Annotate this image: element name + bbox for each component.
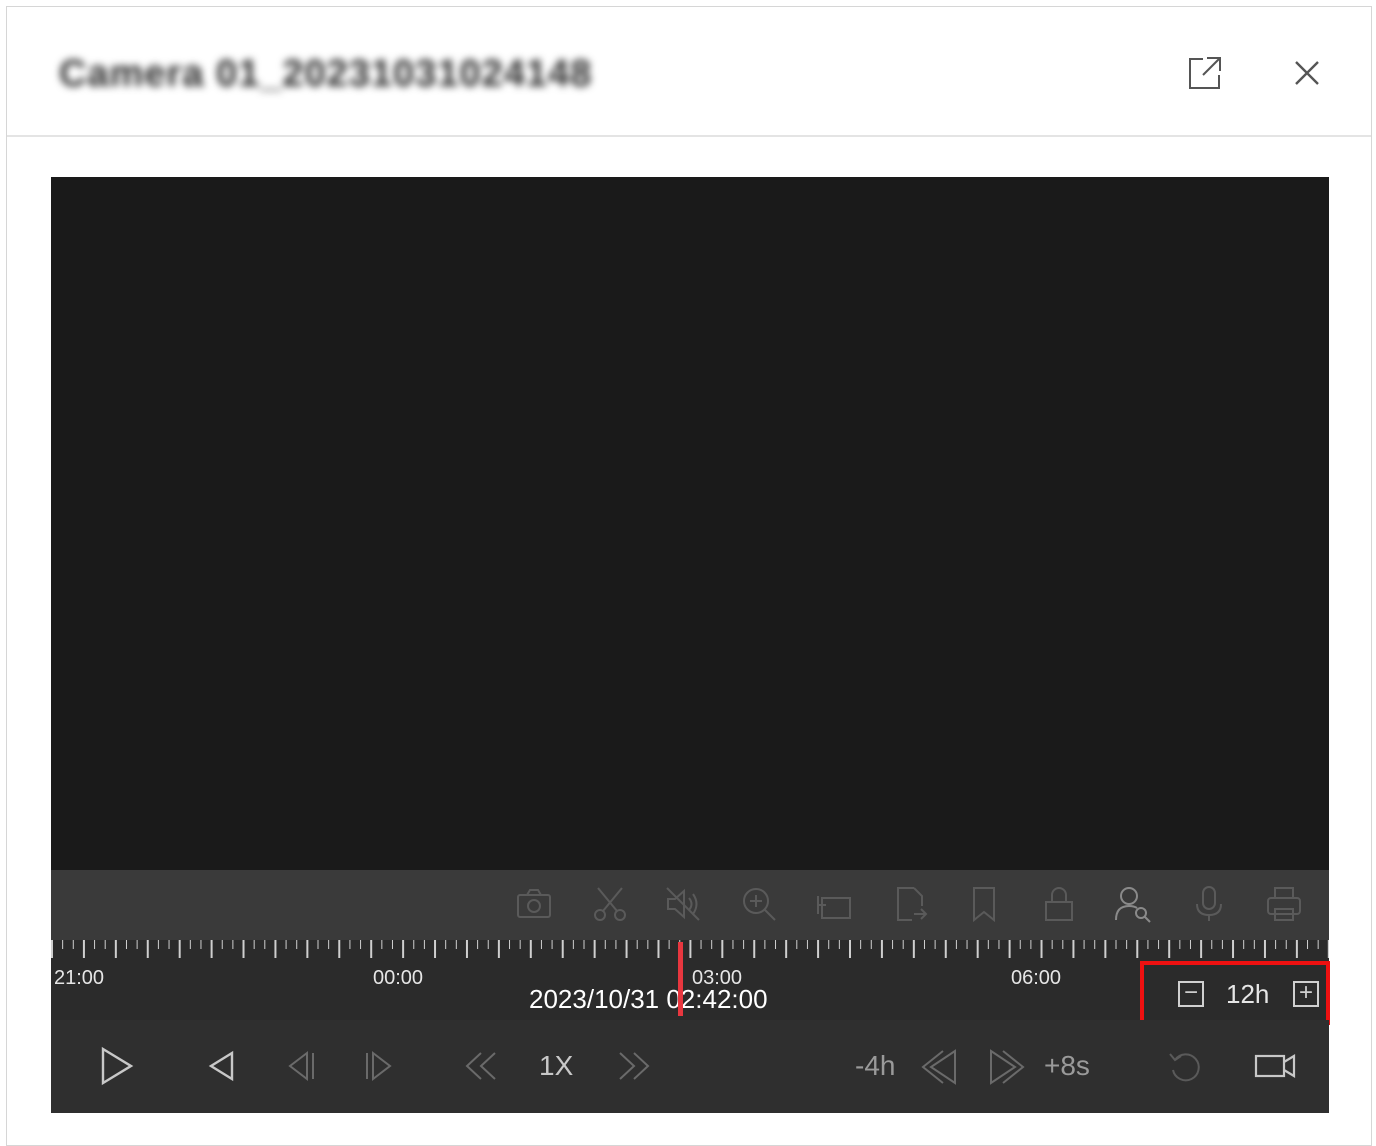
lock-icon[interactable] xyxy=(1039,884,1079,924)
speed-up-icon[interactable] xyxy=(616,1050,652,1082)
zoom-out-button[interactable]: − xyxy=(1178,981,1204,1007)
slow-down-icon[interactable] xyxy=(463,1050,499,1082)
playback-speed[interactable]: 1X xyxy=(539,1050,573,1082)
reverse-play-icon[interactable] xyxy=(207,1050,235,1082)
skip-forward-label: +8s xyxy=(1044,1050,1090,1081)
timeline-label: 06:00 xyxy=(1011,967,1062,989)
export-icon[interactable] xyxy=(890,884,930,924)
zoom-in-button[interactable]: + xyxy=(1293,981,1319,1007)
scissors-clip-icon[interactable] xyxy=(590,884,630,924)
timeline-zoom-control: − 12h + xyxy=(1140,961,1330,1025)
person-search-icon[interactable] xyxy=(1113,884,1153,924)
skip-forward-icon[interactable] xyxy=(987,1048,1025,1086)
previous-frame-icon[interactable] xyxy=(285,1050,317,1082)
digital-zoom-icon[interactable] xyxy=(739,884,779,924)
dialog-header: Camera 01_20231031024148 xyxy=(7,7,1371,137)
live-view-icon[interactable] xyxy=(1253,1050,1297,1080)
print-icon[interactable] xyxy=(1264,884,1304,924)
skip-back-icon[interactable] xyxy=(921,1048,959,1086)
timeline-label: 21:00 xyxy=(54,967,105,989)
timeline-ruler xyxy=(51,940,1329,958)
timeline[interactable]: 21:00 00:00 03:00 06:00 2023/10/31 02:42… xyxy=(51,940,1330,1025)
current-time-label: 2023/10/31 02:42:00 xyxy=(529,984,768,1014)
open-external-icon[interactable] xyxy=(1185,53,1225,93)
skip-back-label: -4h xyxy=(855,1050,896,1081)
video-player[interactable]: 21:00 00:00 03:00 06:00 2023/10/31 02:42… xyxy=(51,177,1330,1113)
player-toolbar xyxy=(51,870,1329,940)
refresh-icon[interactable] xyxy=(1167,1048,1203,1084)
next-frame-icon[interactable] xyxy=(363,1050,395,1082)
play-icon[interactable] xyxy=(99,1046,135,1086)
microphone-icon[interactable] xyxy=(1189,884,1229,924)
timeline-cursor[interactable] xyxy=(678,942,683,1016)
camera-snapshot-icon[interactable] xyxy=(514,884,554,924)
zoom-level: 12h xyxy=(1226,979,1270,1009)
timeline-label: 00:00 xyxy=(373,967,424,989)
mute-icon[interactable] xyxy=(663,884,703,924)
dialog-title: Camera 01_20231031024148 xyxy=(59,53,593,95)
bookmark-icon[interactable] xyxy=(964,884,1004,924)
close-icon[interactable] xyxy=(1287,53,1327,93)
playback-controls: 1X -4h +8s xyxy=(51,1020,1329,1113)
fisheye-icon[interactable] xyxy=(814,884,854,924)
